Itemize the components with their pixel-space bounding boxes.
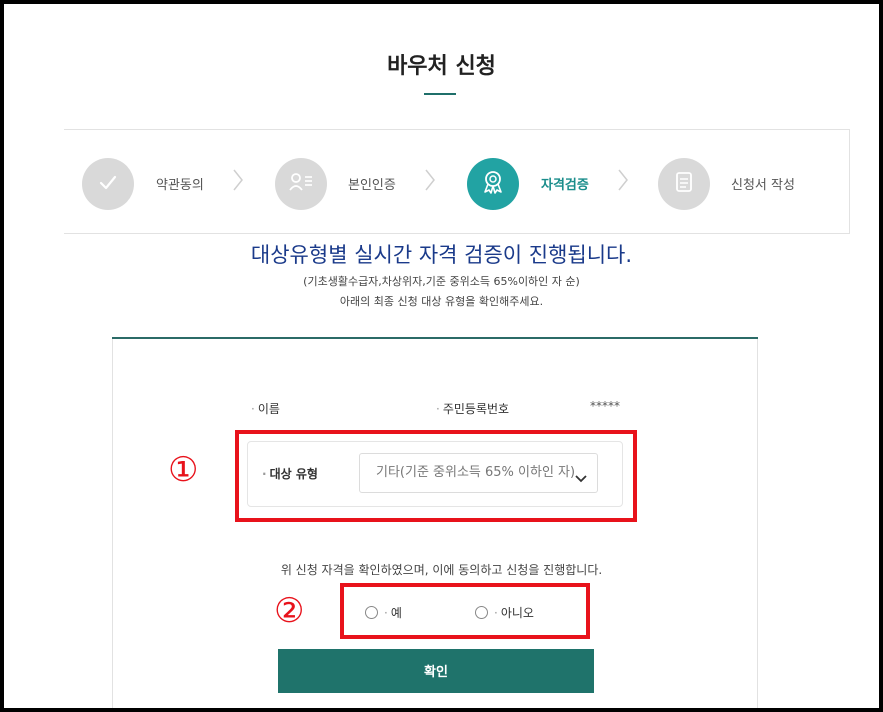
step-application-circle (658, 158, 710, 210)
chevron-right-icon (617, 168, 629, 196)
step-agreement-circle (82, 158, 134, 210)
bullet-dot: · (494, 605, 498, 620)
annotation-badge-2: ② (274, 591, 305, 631)
consent-no-radio[interactable]: · 아니오 (475, 604, 534, 621)
step-identity-label: 본인인증 (348, 178, 396, 193)
step-eligibility-circle (467, 158, 519, 210)
radio-circle[interactable] (475, 606, 488, 619)
card-right-border (757, 339, 758, 708)
subtext-line2: 아래의 최종 신청 대상 유형을 확인해주세요. (339, 295, 544, 308)
radio-circle[interactable] (365, 606, 378, 619)
subtext-line1: (기초생활수급자,차상위자,기준 중위소득 65%이하인 자 순) (303, 275, 580, 288)
consent-yes-radio[interactable]: · 예 (365, 604, 402, 621)
consent-yes-label: 예 (390, 606, 402, 620)
target-type-select[interactable]: 기타(기준 중위소득 65% 이하인 자) (359, 453, 598, 493)
bullet-dot: · (262, 467, 267, 481)
step-identity-circle (275, 158, 327, 210)
confirm-button[interactable]: 확인 (278, 649, 594, 693)
step-application-label: 신청서 작성 (731, 178, 795, 193)
rrn-value: ***** (590, 399, 620, 413)
rrn-label: · 주민등록번호 (436, 402, 510, 416)
chevron-right-icon (232, 168, 244, 196)
page-title: 바우처 신청 (387, 54, 496, 79)
consent-no-label: 아니오 (500, 606, 534, 620)
headline: 대상유형별 실시간 자격 검증이 진행됩니다. (250, 243, 633, 267)
target-type-label: · 대상 유형 (262, 467, 318, 481)
card-left-border (112, 339, 113, 708)
progress-stepper: 약관동의 본인인증 자격검증 신청서 작성 (64, 129, 850, 234)
step-eligibility-label: 자격검증 (541, 178, 589, 193)
chevron-right-icon (424, 168, 436, 196)
consent-text: 위 신청 자격을 확인하였으며, 이에 동의하고 신청을 진행합니다. (280, 563, 603, 577)
award-ribbon-icon (481, 169, 505, 199)
person-id-icon (288, 171, 314, 197)
bullet-dot: · (384, 605, 388, 620)
document-icon (674, 170, 694, 198)
annotation-badge-1: ① (168, 450, 199, 490)
title-underline (424, 93, 456, 95)
bullet-dot: · (251, 402, 255, 416)
screenshot-frame: 바우처 신청 약관동의 본인인증 자격검증 신청서 작성 대상유형별 실시간 자… (0, 0, 883, 712)
card-top-border (112, 337, 758, 339)
name-label: · 이름 (251, 402, 280, 416)
chevron-down-icon (574, 469, 588, 488)
step-agreement-label: 약관동의 (156, 178, 204, 193)
check-icon (97, 171, 119, 197)
bullet-dot: · (436, 402, 440, 416)
